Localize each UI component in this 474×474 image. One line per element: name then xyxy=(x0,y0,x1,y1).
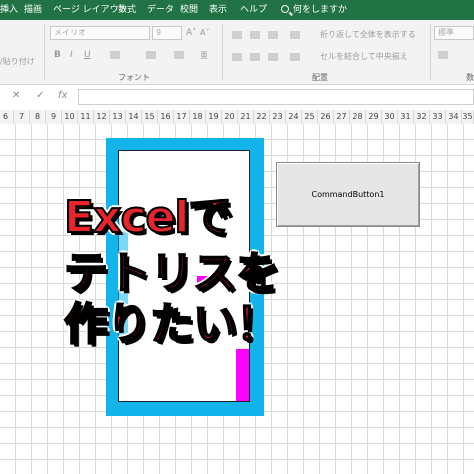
bold-button[interactable]: B xyxy=(54,50,61,60)
tell-me-search[interactable]: 何をしますか xyxy=(293,0,347,20)
underline-button[interactable]: U xyxy=(84,50,91,60)
group-divider xyxy=(222,24,223,80)
column-header-cell[interactable]: 23 xyxy=(270,110,286,124)
column-header-cell[interactable]: 28 xyxy=(350,110,366,124)
column-header-cell[interactable]: 32 xyxy=(414,110,430,124)
ribbon-tab-bar: 挿入 描画 ページ レイアウト 数式 データ 校閲 表示 ヘルプ 何をしますか xyxy=(0,0,474,20)
tab-draw[interactable]: 描画 xyxy=(24,0,42,20)
currency-icon[interactable] xyxy=(438,51,448,59)
tab-review[interactable]: 校閲 xyxy=(180,0,198,20)
column-header-cell[interactable]: 31 xyxy=(398,110,414,124)
tab-insert[interactable]: 挿入 xyxy=(0,0,18,20)
number-format-select[interactable]: 標準 xyxy=(434,26,474,40)
enter-icon[interactable]: ✓ xyxy=(36,90,44,101)
font-grow-icon[interactable]: A˄ xyxy=(186,28,197,38)
fill-color-icon[interactable] xyxy=(146,51,156,59)
merge-center-button[interactable]: セルを結合して中央揃え xyxy=(320,51,408,62)
column-header-cell[interactable]: 20 xyxy=(222,110,238,124)
number-group-label: 数 xyxy=(466,73,474,82)
tab-formulas[interactable]: 数式 xyxy=(118,0,136,20)
caption-line-3: 作りたい！ xyxy=(63,298,281,351)
font-shrink-icon[interactable]: A˅ xyxy=(200,28,209,37)
column-header-cell[interactable]: 17 xyxy=(174,110,190,124)
column-header-cell[interactable]: 10 xyxy=(62,110,78,124)
column-header-cell[interactable]: 11 xyxy=(78,110,94,124)
column-header: 6 7 8 9 10 11 12 13 14 15 16 17 18 19 20 21 22 23 24 25 26 27… xyxy=(0,110,474,125)
column-header-cell[interactable]: 19 xyxy=(206,110,222,124)
formula-input[interactable] xyxy=(78,89,474,105)
align-top-icon[interactable] xyxy=(232,31,242,39)
column-header-cell[interactable]: 7 xyxy=(14,110,30,124)
tab-page-layout[interactable]: ページ レイアウト xyxy=(53,0,128,20)
lightbulb-search-icon[interactable] xyxy=(281,5,289,13)
formula-bar: ✕ ✓ fx xyxy=(0,88,474,106)
ribbon-panel: /貼り付け メイリオ 9 A˄ A˅ B I U 亜 フォント 折り返して全体を… xyxy=(0,20,474,85)
tetris-stacked-block xyxy=(236,349,249,401)
column-header-cell[interactable]: 21 xyxy=(238,110,254,124)
indent-icon[interactable] xyxy=(290,53,300,61)
font-name-select[interactable]: メイリオ xyxy=(50,26,150,40)
borders-icon[interactable] xyxy=(110,51,120,59)
column-header-cell[interactable]: 12 xyxy=(94,110,110,124)
column-header-cell[interactable]: 27 xyxy=(334,110,350,124)
column-header-cell[interactable]: 9 xyxy=(46,110,62,124)
column-header-cell[interactable]: 14 xyxy=(126,110,142,124)
cancel-icon[interactable]: ✕ xyxy=(12,90,20,101)
command-button[interactable]: CommandButton1 xyxy=(276,162,420,227)
wrap-text-button[interactable]: 折り返して全体を表示する xyxy=(320,29,416,40)
group-divider xyxy=(430,24,431,80)
column-header-cell[interactable]: 25 xyxy=(302,110,318,124)
column-header-cell[interactable]: 35 xyxy=(462,110,474,124)
align-middle-icon[interactable] xyxy=(250,31,260,39)
tab-help[interactable]: ヘルプ xyxy=(240,0,267,20)
column-header-cell[interactable]: 15 xyxy=(142,110,158,124)
align-left-icon[interactable] xyxy=(232,53,242,61)
font-size-select[interactable]: 9 xyxy=(152,26,182,40)
align-right-icon[interactable] xyxy=(268,53,278,61)
column-header-cell[interactable]: 30 xyxy=(382,110,398,124)
font-color-icon[interactable] xyxy=(174,51,184,59)
column-header-cell[interactable]: 33 xyxy=(430,110,446,124)
column-header-cell[interactable]: 13 xyxy=(110,110,126,124)
column-header-cell[interactable]: 22 xyxy=(254,110,270,124)
alignment-group-label: 配置 xyxy=(312,73,328,82)
column-header-cell[interactable]: 24 xyxy=(286,110,302,124)
align-center-icon[interactable] xyxy=(250,53,260,61)
paste-format-label[interactable]: /貼り付け xyxy=(0,56,35,67)
align-bottom-icon[interactable] xyxy=(268,31,278,39)
column-header-cell[interactable]: 8 xyxy=(30,110,46,124)
column-header-cell[interactable]: 16 xyxy=(158,110,174,124)
column-header-cell[interactable]: 26 xyxy=(318,110,334,124)
group-divider xyxy=(44,24,45,80)
font-group-label: フォント xyxy=(118,73,150,82)
caption-line-1: Excelで xyxy=(63,191,233,244)
column-header-cell[interactable]: 18 xyxy=(190,110,206,124)
tab-view[interactable]: 表示 xyxy=(209,0,227,20)
orientation-icon[interactable] xyxy=(290,31,300,39)
insert-function-icon[interactable]: fx xyxy=(58,90,67,101)
column-header-cell[interactable]: 29 xyxy=(366,110,382,124)
tab-data[interactable]: データ xyxy=(147,0,174,20)
phonetic-icon[interactable]: 亜 xyxy=(200,50,208,61)
italic-button[interactable]: I xyxy=(70,50,73,60)
column-header-cell[interactable]: 6 xyxy=(0,110,14,124)
column-header-cell[interactable]: 34 xyxy=(446,110,462,124)
